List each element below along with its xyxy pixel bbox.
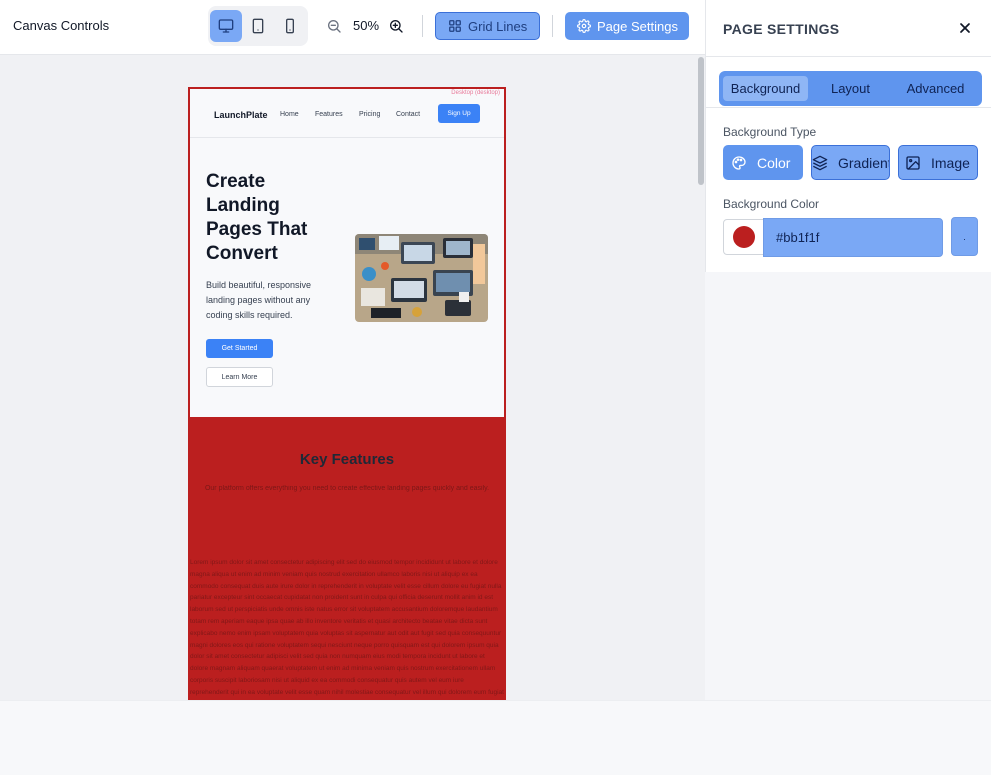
bg-type-color-label: Color: [757, 154, 791, 171]
nav-link-home[interactable]: Home: [280, 111, 299, 118]
nav-link-contact[interactable]: Contact: [396, 111, 420, 118]
canvas-area[interactable]: Desktop (desktop) LaunchPlate Home Featu…: [0, 55, 705, 700]
tab-background[interactable]: Background: [723, 76, 808, 101]
bg-type-color-button[interactable]: Color: [723, 145, 803, 180]
bottom-area: [0, 700, 991, 775]
color-swatch: [732, 226, 755, 248]
panel-header: PAGE SETTINGS: [706, 0, 991, 57]
preview-navbar: LaunchPlate Home Features Pricing Contac…: [190, 89, 504, 138]
toolbar-divider: [552, 15, 553, 37]
canvas-toolbar: Canvas Controls 50% Grid Lines Page Sett…: [0, 0, 705, 55]
color-options-button[interactable]: .: [951, 217, 978, 256]
page-settings-panel: PAGE SETTINGS Background Layout Advanced…: [705, 0, 991, 272]
nav-link-features[interactable]: Features: [315, 111, 343, 118]
device-tablet-button[interactable]: [242, 10, 274, 42]
background-type-label: Background Type: [723, 125, 817, 139]
close-panel-button[interactable]: [957, 20, 973, 36]
color-swatch-button[interactable]: [723, 219, 764, 255]
hero-title: Create Landing Pages That Convert: [206, 171, 308, 264]
panel-title: PAGE SETTINGS: [723, 21, 840, 37]
device-mobile-button[interactable]: [274, 10, 306, 42]
zoom-out-icon: [328, 20, 341, 33]
tab-layout[interactable]: Layout: [808, 76, 893, 101]
bg-type-gradient-button[interactable]: Gradient: [811, 145, 890, 180]
image-icon: [906, 155, 920, 170]
nav-link-pricing[interactable]: Pricing: [359, 111, 380, 118]
hero-image: [355, 234, 488, 322]
lorem-paragraph: Lorem ipsum dolor sit amet consectetur a…: [190, 559, 504, 696]
background-color-label: Background Color: [723, 197, 820, 211]
get-started-button[interactable]: Get Started: [206, 339, 273, 358]
divider: [706, 107, 991, 108]
grid-lines-label: Grid Lines: [468, 18, 528, 34]
zoom-level: 50%: [352, 18, 380, 33]
zoom-in-button[interactable]: [386, 16, 406, 36]
bg-type-image-button[interactable]: Image: [898, 145, 978, 180]
monitor-icon: [218, 19, 234, 33]
close-icon: [960, 23, 970, 33]
grid-icon: [449, 20, 461, 32]
gear-icon: [577, 19, 591, 33]
page-settings-label: Page Settings: [597, 18, 678, 34]
features-title: Key Features: [299, 451, 395, 468]
features-subtitle: Our platform offers everything you need …: [204, 485, 490, 492]
preview-brand[interactable]: LaunchPlate: [214, 110, 268, 120]
bg-type-image-label: Image: [931, 154, 970, 171]
device-desktop-button[interactable]: [210, 10, 242, 42]
layers-icon: [812, 155, 828, 170]
toolbar-title: Canvas Controls: [13, 18, 110, 33]
settings-tabs: Background Layout Advanced: [719, 71, 982, 106]
zoom-out-button[interactable]: [324, 16, 344, 36]
toolbar-divider: [422, 15, 423, 37]
learn-more-button[interactable]: Learn More: [206, 367, 273, 387]
hero-section[interactable]: Desktop (desktop) LaunchPlate Home Featu…: [188, 87, 506, 419]
device-switcher: [208, 6, 308, 46]
tab-advanced[interactable]: Advanced: [893, 76, 978, 101]
smartphone-icon: [286, 18, 294, 34]
palette-icon: [732, 155, 746, 170]
page-settings-button[interactable]: Page Settings: [565, 12, 689, 40]
background-color-input[interactable]: #bb1f1f: [763, 218, 943, 257]
signup-button[interactable]: Sign Up: [438, 104, 480, 123]
page-preview-frame[interactable]: Desktop (desktop) LaunchPlate Home Featu…: [188, 87, 506, 700]
grid-lines-button[interactable]: Grid Lines: [435, 12, 540, 40]
canvas-scrollbar-thumb[interactable]: [698, 57, 704, 185]
bg-type-gradient-label: Gradient: [838, 154, 890, 171]
hero-subtitle: Build beautiful, responsive landing page…: [206, 280, 312, 320]
zoom-in-icon: [390, 20, 403, 33]
tablet-icon: [252, 18, 264, 34]
